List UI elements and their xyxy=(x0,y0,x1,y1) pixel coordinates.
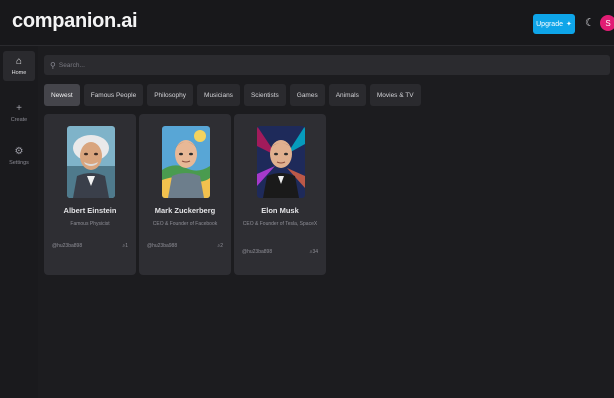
sparkle-icon: ✦ xyxy=(565,21,572,28)
upgrade-button[interactable]: Upgrade ✦ xyxy=(533,14,575,34)
companion-author: @hu23ba988 xyxy=(147,243,178,249)
message-count: ⌕2 xyxy=(217,243,223,249)
companion-card-einstein[interactable]: Albert Einstein Famous Physicist @hu23ba… xyxy=(44,114,136,275)
companion-name: Elon Musk xyxy=(261,206,299,215)
companion-description: CEO & Founder of Tesla, SpaceX xyxy=(242,221,318,227)
category-musicians[interactable]: Musicians xyxy=(197,84,240,106)
gear-icon: ⚙ xyxy=(14,146,24,157)
category-scientists[interactable]: Scientists xyxy=(243,84,286,106)
search-input[interactable] xyxy=(58,61,559,69)
theme-toggle[interactable]: ☾ xyxy=(585,16,597,30)
top-bar: companion.ai Upgrade ✦ ☾ S xyxy=(0,0,614,46)
sidebar-item-create[interactable]: + Create xyxy=(3,98,35,128)
companion-name: Albert Einstein xyxy=(63,206,117,215)
companion-meta: @hu23ba988 ⌕2 xyxy=(147,243,223,249)
sidebar-item-home[interactable]: ⌂ Home xyxy=(3,51,35,81)
category-famous-people[interactable]: Famous People xyxy=(83,84,144,106)
message-count: ⌕34 xyxy=(310,249,318,255)
category-movies-tv[interactable]: Movies & TV xyxy=(369,84,421,106)
message-count-value: 34 xyxy=(312,249,318,255)
category-games[interactable]: Games xyxy=(289,84,325,106)
companion-card-zuckerberg[interactable]: Mark Zuckerberg CEO & Founder of Faceboo… xyxy=(139,114,231,275)
message-count: ⌕1 xyxy=(122,243,128,249)
category-newest[interactable]: Newest xyxy=(44,84,80,106)
companion-author: @hu23ba898 xyxy=(242,249,273,255)
search-icon: ⚲ xyxy=(50,60,56,70)
companion-description: Famous Physicist xyxy=(70,221,110,227)
message-count-value: 1 xyxy=(125,243,128,249)
app-logo[interactable]: companion.ai xyxy=(12,10,138,33)
companion-portrait xyxy=(67,126,115,198)
category-animals[interactable]: Animals xyxy=(328,84,366,106)
category-philosophy[interactable]: Philosophy xyxy=(147,84,194,106)
sidebar-item-label: Home xyxy=(11,70,27,76)
companion-description: CEO & Founder of Facebook xyxy=(152,221,218,227)
avatar-initial: S xyxy=(605,18,611,28)
plus-icon: + xyxy=(16,103,22,114)
sidebar-item-label: Create xyxy=(10,117,28,123)
home-icon: ⌂ xyxy=(15,56,23,67)
sidebar-item-label: Settings xyxy=(9,160,29,166)
companion-name: Mark Zuckerberg xyxy=(154,206,216,215)
search-bar[interactable]: ⚲ xyxy=(44,55,610,75)
upgrade-label: Upgrade xyxy=(536,20,563,28)
message-count-value: 2 xyxy=(220,243,223,249)
companion-portrait xyxy=(162,126,210,198)
moon-icon: ☾ xyxy=(585,17,595,29)
companion-meta: @hu23ba898 ⌕1 xyxy=(52,243,128,249)
companion-card-musk[interactable]: Elon Musk CEO & Founder of Tesla, SpaceX… xyxy=(234,114,326,275)
companion-author: @hu23ba898 xyxy=(52,243,83,249)
sidebar-item-settings[interactable]: ⚙ Settings xyxy=(3,141,35,171)
category-bar: Newest Famous People Philosophy Musician… xyxy=(44,84,421,106)
user-avatar[interactable]: S xyxy=(600,15,614,31)
sidebar: ⌂ Home + Create ⚙ Settings xyxy=(0,46,38,398)
companion-meta: @hu23ba898 ⌕34 xyxy=(242,249,318,255)
companion-portrait xyxy=(257,126,305,198)
